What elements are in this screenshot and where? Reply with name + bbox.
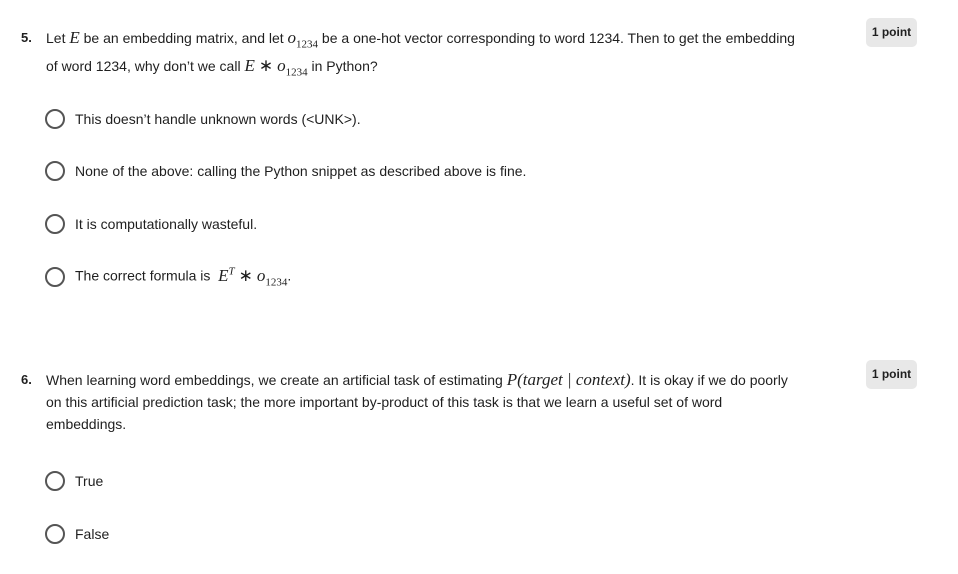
option-label: This doesn’t handle unknown words (<UNK>… — [75, 111, 361, 127]
math-subscript: 1234 — [285, 66, 308, 79]
math-symbol: E — [69, 28, 80, 47]
option-5-1[interactable]: This doesn’t handle unknown words (<UNK>… — [45, 108, 361, 130]
math-symbol: E — [218, 266, 229, 286]
math-symbol: E — [244, 56, 255, 76]
option-6-1[interactable]: True — [45, 470, 103, 492]
option-5-2[interactable]: None of the above: calling the Python sn… — [45, 160, 526, 182]
text: . — [287, 268, 292, 285]
option-5-3[interactable]: It is computationally wasteful. — [45, 213, 257, 235]
math: P(target | context) — [506, 370, 631, 389]
option-6-2[interactable]: False — [45, 523, 109, 545]
text: in Python? — [307, 58, 378, 75]
math: E — [69, 28, 79, 47]
math-symbol: o — [277, 56, 286, 76]
text: be an embedding matrix, and let — [79, 30, 288, 46]
radio-button[interactable] — [45, 267, 65, 287]
radio-button[interactable] — [45, 161, 65, 181]
math-superscript: T — [228, 265, 235, 278]
text: Let — [46, 30, 70, 46]
option-label: False — [75, 526, 110, 542]
radio-button[interactable] — [45, 524, 65, 544]
question-number: 6. — [21, 372, 32, 387]
option-label: The correct formula is ET ∗ o1234. — [75, 260, 291, 293]
math-subscript: 1234 — [265, 276, 288, 289]
option-label: None of the above: calling the Python sn… — [75, 163, 527, 179]
text: The correct formula is — [75, 268, 215, 285]
question-number: 5. — [21, 30, 32, 45]
radio-button[interactable] — [45, 214, 65, 234]
option-label: True — [75, 473, 104, 489]
question-text: When learning word embeddings, we create… — [46, 369, 801, 435]
math-subscript: 1234 — [296, 38, 319, 51]
math-operator: ∗ — [238, 266, 253, 286]
text: When learning word embeddings, we create… — [46, 372, 507, 388]
option-5-4[interactable]: The correct formula is ET ∗ o1234. — [45, 265, 291, 289]
math-symbol: o — [287, 28, 297, 47]
option-label: It is computationally wasteful. — [75, 216, 258, 232]
math-operator: ∗ — [258, 56, 274, 76]
radio-button[interactable] — [45, 109, 65, 129]
points-badge: 1 point — [866, 18, 917, 47]
math: o1234 — [287, 28, 319, 51]
points-badge: 1 point — [866, 360, 917, 389]
math: ET ∗ o1234 — [218, 265, 287, 288]
radio-button[interactable] — [45, 471, 65, 491]
math: E ∗ o1234 — [244, 56, 307, 78]
question-text: Let E be an embedding matrix, and let o1… — [46, 27, 801, 84]
